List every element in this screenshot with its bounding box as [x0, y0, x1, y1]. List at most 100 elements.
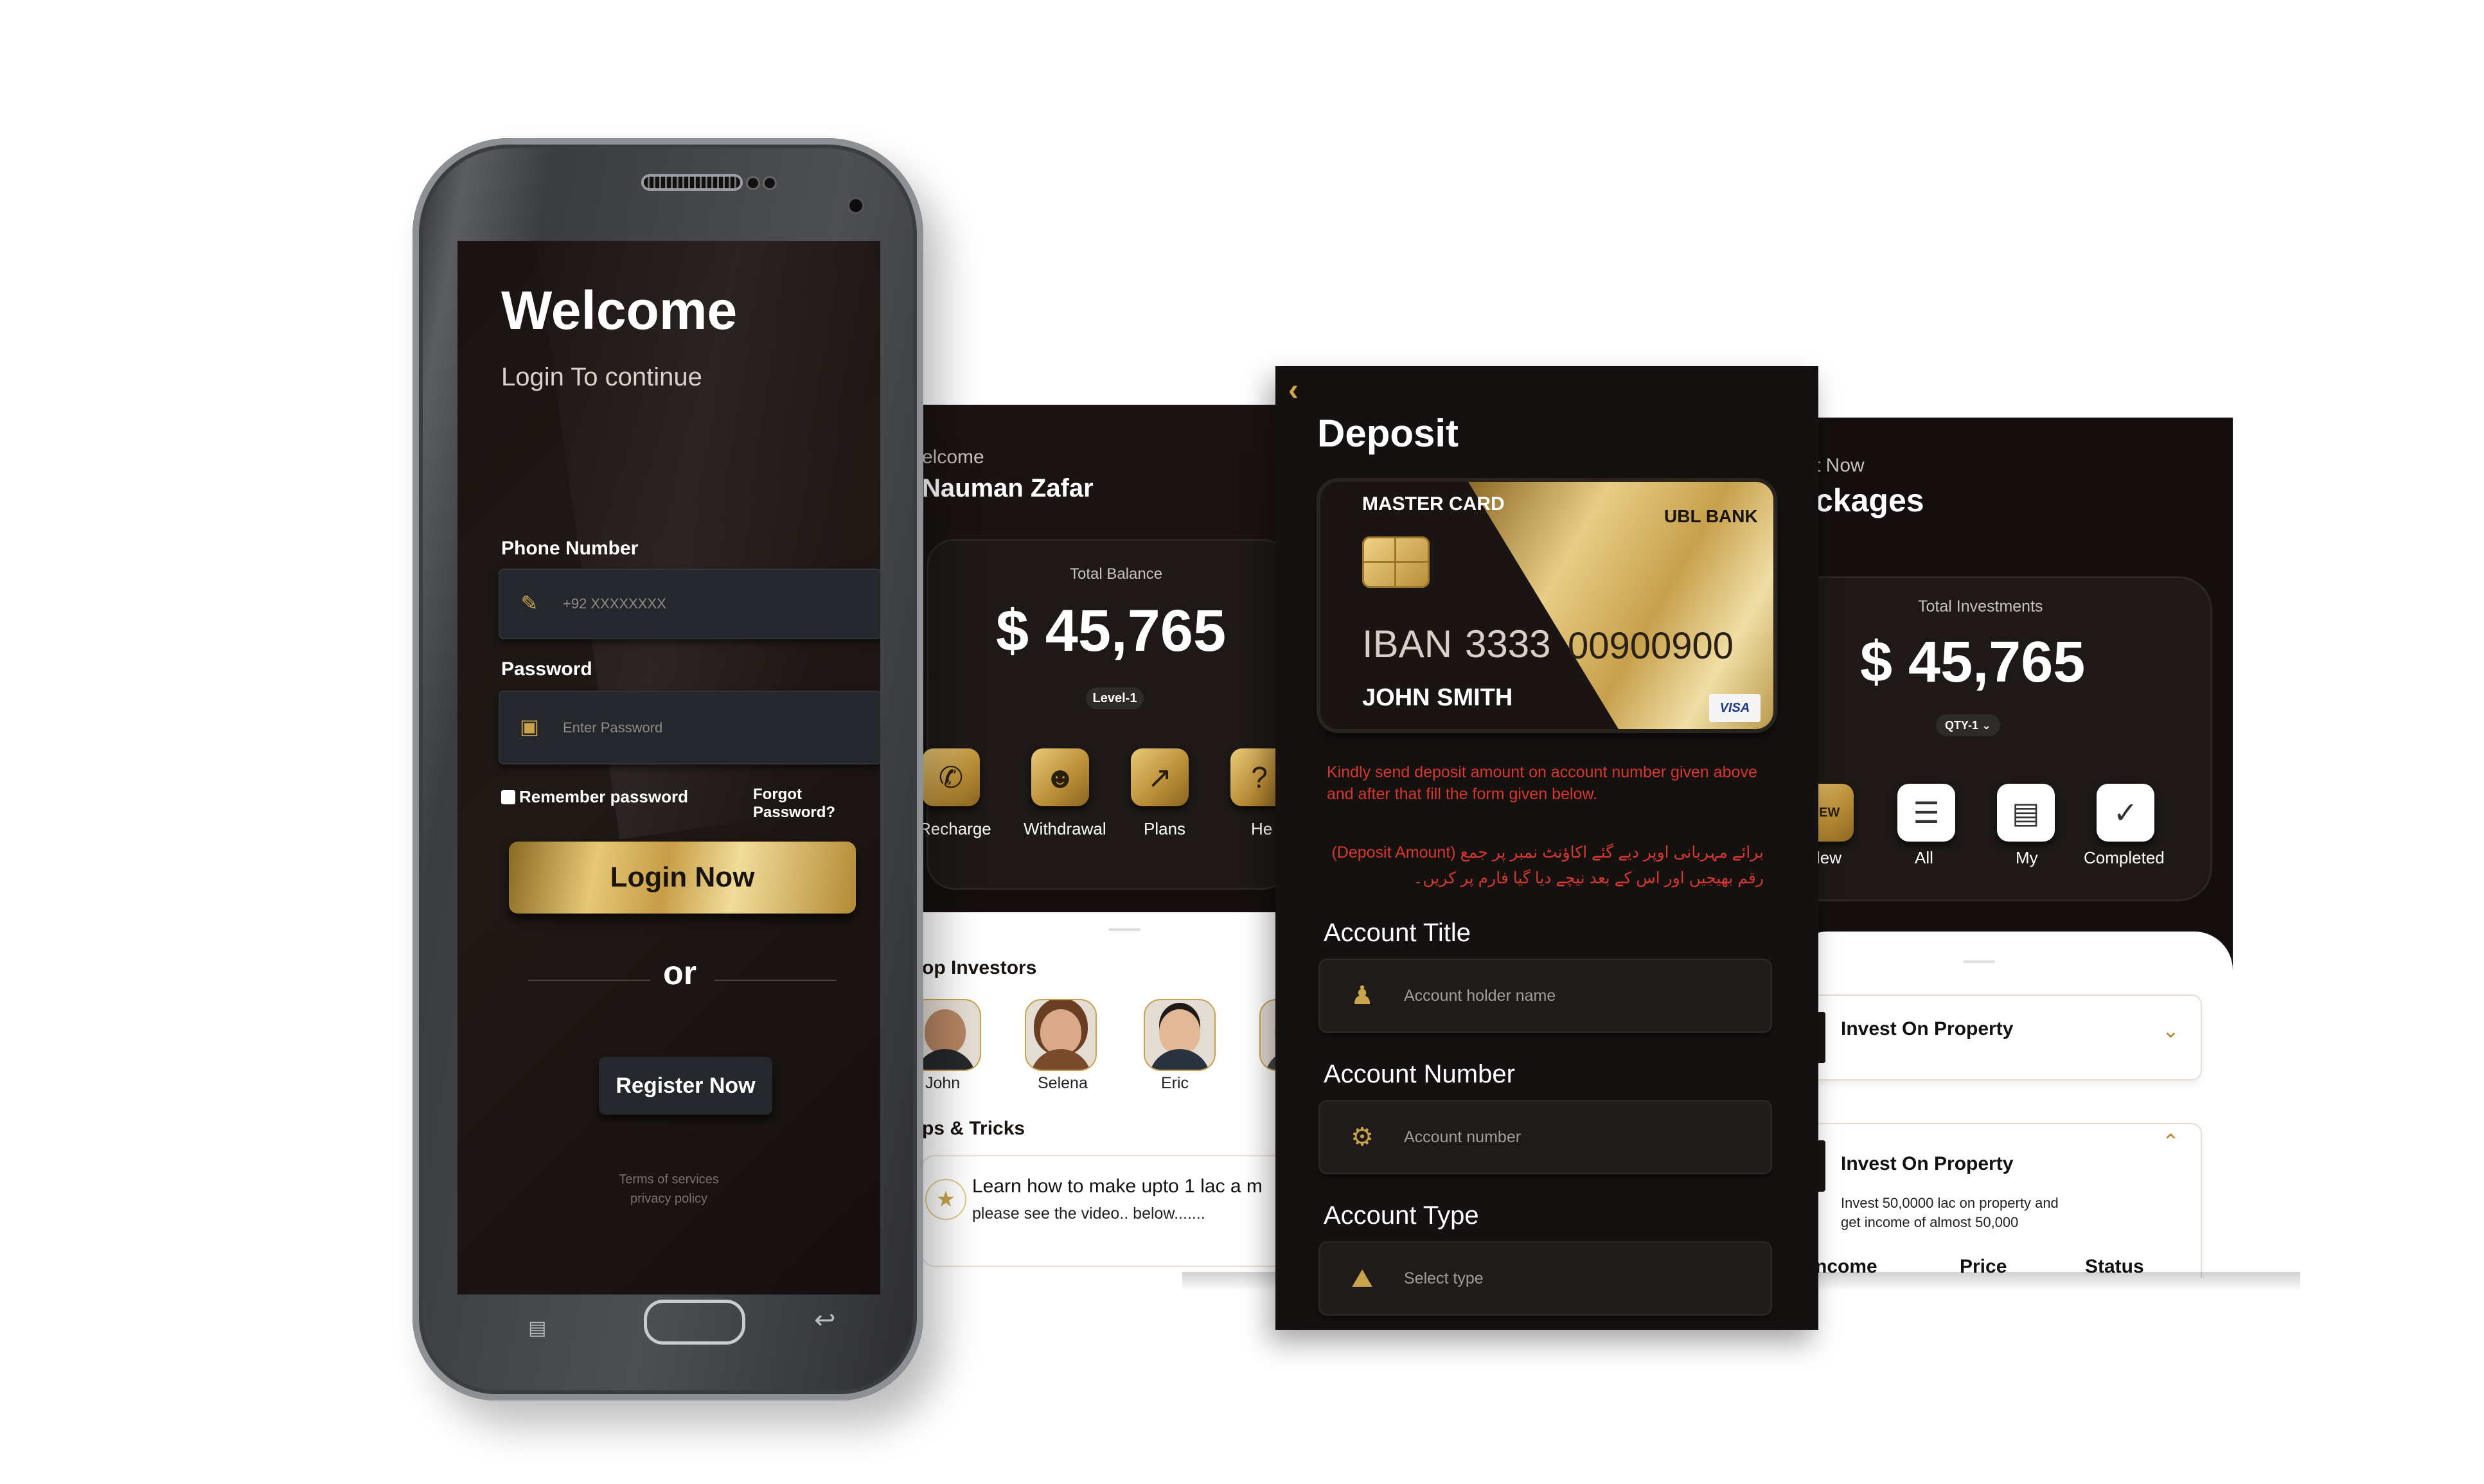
action-plans-label: Plans — [1144, 819, 1186, 838]
tab-my-label: My — [2016, 848, 2038, 867]
deposit-note-ur-2: رقم بھیجیں اور اس کے بعد نیچے دیا گیا فا… — [1413, 869, 1764, 887]
card-bank: UBL BANK — [1664, 506, 1758, 526]
account-title-field[interactable]: ♟ Account holder name — [1320, 960, 1770, 1031]
card-network: MASTER CARD — [1362, 493, 1505, 515]
phone-input[interactable]: ✎ +92 XXXXXXXX — [499, 569, 880, 639]
card-iban-label: IBAN — [1362, 623, 1453, 666]
tip-title: Learn how to make upto 1 lac a m — [972, 1176, 1263, 1197]
withdrawal-icon[interactable]: ☻ — [1031, 748, 1089, 806]
action-recharge-label: Recharge — [922, 819, 991, 838]
phone-placeholder: +92 XXXXXXXX — [563, 596, 666, 612]
remember-label: Remember password — [519, 787, 688, 806]
account-number-field[interactable]: ⚙ Account number — [1320, 1102, 1770, 1172]
action-withdrawal-label: Withdrawal — [1024, 819, 1106, 838]
home-button[interactable] — [644, 1300, 745, 1345]
login-screen: Welcome Login To continue Phone Number ✎… — [457, 241, 880, 1294]
or-divider-text: or — [663, 955, 696, 992]
packages-title: ckages — [1815, 482, 1924, 518]
password-label: Password — [501, 658, 592, 680]
avatar-selena[interactable] — [1025, 999, 1097, 1071]
sheet-handle — [1963, 960, 1995, 963]
clipboard-icon[interactable]: ▤ — [1997, 784, 2055, 842]
visa-logo-icon: VISA — [1709, 694, 1761, 722]
credit-card: MASTER CARD UBL BANK IBAN 3333 00900900 … — [1320, 482, 1773, 729]
back-key-icon[interactable]: ↩ — [814, 1307, 853, 1333]
recharge-icon[interactable]: ✆ — [922, 748, 980, 806]
front-camera-icon — [849, 199, 862, 212]
sheet-handle — [1108, 928, 1140, 931]
deposit-title: Deposit — [1317, 412, 1459, 455]
divider-right — [714, 980, 837, 981]
avatar-john[interactable] — [922, 999, 981, 1071]
balance-value: $ 45,765 — [996, 598, 1227, 664]
login-button[interactable]: Login Now — [509, 842, 856, 914]
phone-frame: Welcome Login To continue Phone Number ✎… — [413, 138, 923, 1400]
package-title: Invest On Property — [1841, 1018, 2014, 1039]
sensor-icon — [748, 178, 758, 188]
dashboard-greeting: elcome — [922, 446, 984, 468]
investor-name: Eric — [1161, 1074, 1189, 1092]
dashboard-screen: elcome Nauman Zafar Total Balance $ 45,7… — [922, 405, 1282, 1272]
chevron-up-icon[interactable]: ⌃ — [2162, 1129, 2179, 1154]
login-title: Welcome — [501, 280, 738, 340]
divider-left — [528, 980, 650, 981]
balance-label: Total Balance — [1070, 565, 1163, 583]
tab-all-label: All — [1915, 848, 1933, 867]
user-icon: ♟ — [1351, 982, 1374, 1010]
deposit-note-en: Kindly send deposit amount on account nu… — [1327, 763, 1757, 803]
tab-completed-label: Completed — [2084, 848, 2165, 867]
list-icon[interactable]: ☰ — [1897, 784, 1955, 842]
tip-subtitle: please see the video.. below....... — [972, 1205, 1205, 1223]
tab-new-label: lew — [1816, 848, 1842, 867]
action-help-label: He — [1251, 819, 1273, 838]
level-badge: Level-1 — [1086, 687, 1144, 709]
qty-select[interactable]: QTY-1 ⌄ — [1936, 714, 2000, 736]
tips-title: ps & Tricks — [922, 1118, 1025, 1139]
account-type-select[interactable]: ⛰ Select type — [1320, 1243, 1770, 1314]
terms-link[interactable]: Terms of services — [457, 1172, 880, 1187]
account-number-placeholder: Account number — [1404, 1128, 1521, 1146]
packages-greeting: t Now — [1815, 455, 1865, 476]
avatar-eric[interactable] — [1144, 999, 1216, 1071]
menu-key-icon[interactable]: ▤ — [528, 1319, 556, 1338]
account-type-placeholder: Select type — [1404, 1269, 1484, 1287]
deposit-note-ur-1: برائے مہربانی اوپر دیے گئے اکاؤنٹ نمبر پ… — [1331, 844, 1764, 861]
investors-title: op Investors — [922, 957, 1037, 978]
speaker-grille — [644, 177, 740, 188]
lock-icon: ▣ — [519, 715, 540, 738]
card-holder: JOHN SMITH — [1362, 684, 1513, 711]
plans-icon[interactable]: ↗ — [1131, 748, 1189, 806]
investor-name: John — [925, 1074, 961, 1092]
package-desc-line1: Invest 50,0000 lac on property and — [1841, 1195, 2059, 1211]
card-iban-part2: 00900900 — [1568, 625, 1734, 667]
login-subtitle: Login To continue — [501, 363, 702, 391]
investor-name: Selena — [1038, 1074, 1088, 1092]
qty-value: QTY-1 — [1944, 719, 1978, 732]
help-icon[interactable]: ? — [1230, 748, 1282, 806]
chevron-down-icon[interactable]: ⌄ — [2162, 1018, 2179, 1043]
package-desc-line2: get income of almost 50,000 — [1841, 1214, 2019, 1230]
investments-label: Total Investments — [1918, 597, 2043, 615]
user-name: Nauman Zafar — [922, 474, 1094, 502]
password-input[interactable]: ▣ Enter Password — [499, 691, 880, 764]
sensor-icon — [765, 178, 775, 188]
remember-checkbox[interactable] — [501, 790, 515, 804]
forgot-password-link[interactable]: Forgot Password? — [753, 786, 880, 822]
register-button[interactable]: Register Now — [599, 1057, 772, 1115]
edit-icon: ✎ — [520, 592, 538, 615]
chevron-down-icon: ⌄ — [1981, 719, 1992, 732]
phone-label: Phone Number — [501, 538, 639, 559]
privacy-link[interactable]: privacy policy — [457, 1192, 880, 1206]
account-number-label: Account Number — [1324, 1060, 1515, 1088]
document-check-icon[interactable]: ✓ — [2097, 784, 2154, 842]
back-arrow-icon[interactable]: ‹ — [1288, 373, 1299, 408]
new-badge-icon[interactable]: NEW — [1815, 784, 1854, 842]
packages-screen: t Now ckages Total Investments $ 45,765 … — [1815, 418, 2233, 1278]
package-title: Invest On Property — [1841, 1153, 2014, 1174]
deposit-screen: ‹ Deposit MASTER CARD UBL BANK IBAN 3333… — [1275, 366, 1818, 1330]
account-id-icon: ⚙ — [1351, 1123, 1374, 1151]
account-title-label: Account Title — [1324, 919, 1471, 947]
chip-icon — [1362, 536, 1430, 588]
password-placeholder: Enter Password — [563, 720, 663, 736]
bulb-icon: ★ — [925, 1179, 966, 1220]
